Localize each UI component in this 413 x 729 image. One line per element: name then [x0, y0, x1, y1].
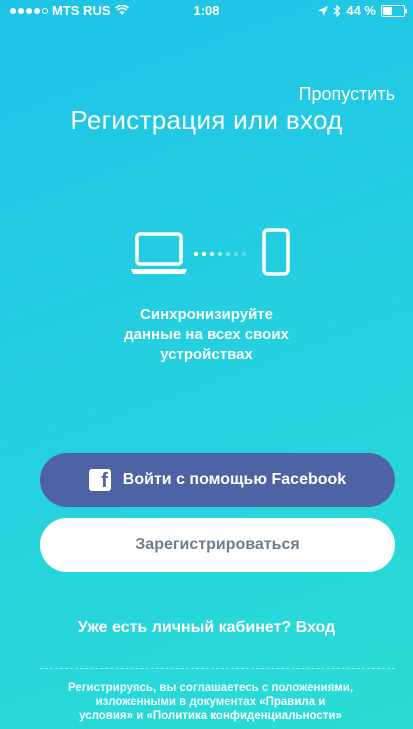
- terms-line-3: условия» и «Политика конфиденциальности»: [28, 709, 393, 723]
- page-title: Регистрация или вход: [70, 105, 343, 135]
- status-right: 44 %: [318, 3, 407, 18]
- facebook-login-button[interactable]: Войти с помощью Facebook: [40, 453, 395, 507]
- login-prompt-text: Уже есть личный кабинет?: [77, 619, 296, 636]
- laptop-icon: [131, 232, 187, 274]
- registration-screen: MTS RUS 1:08 44 % Пропустить Регистрация…: [0, 0, 413, 729]
- terms-text: Регистрируясь, вы соглашаетесь с положен…: [28, 681, 393, 723]
- divider: [40, 668, 395, 669]
- terms-line-2: изложенными в документах «Правила и: [28, 695, 393, 709]
- status-bar: MTS RUS 1:08 44 %: [0, 0, 413, 20]
- register-label: Зарегистрироваться: [135, 536, 300, 553]
- login-link[interactable]: Вход: [296, 619, 336, 636]
- devices-illustration: [131, 228, 290, 276]
- rules-link-part-1[interactable]: «Правила и: [259, 696, 325, 708]
- facebook-icon: [88, 469, 111, 493]
- register-button[interactable]: Зарегистрироваться: [40, 518, 395, 572]
- terms-line-1: Регистрируясь, вы соглашаетесь с положен…: [67, 682, 354, 694]
- battery-icon: [381, 4, 407, 17]
- sync-description: Синхронизируйте данные на всех своих уст…: [0, 305, 413, 365]
- bluetooth-icon: [333, 4, 341, 17]
- location-arrow-icon: [318, 5, 329, 16]
- sync-line-3: устройствах: [160, 346, 253, 363]
- facebook-login-label: Войти с помощью Facebook: [122, 471, 347, 488]
- phone-icon: [262, 228, 290, 276]
- terms-line-2-prefix: изложенными в документах: [95, 696, 260, 708]
- battery-fill: [383, 6, 392, 15]
- skip-button[interactable]: Пропустить: [299, 84, 395, 105]
- battery-percent: 44 %: [346, 3, 376, 18]
- sync-line-2: данные на всех своих: [124, 326, 289, 343]
- sync-line-1: Синхронизируйте: [140, 306, 273, 323]
- privacy-policy-link[interactable]: «Политика конфиденциальности»: [147, 710, 342, 722]
- existing-account-prompt: Уже есть личный кабинет? Вход: [0, 619, 413, 637]
- rules-link-part-2[interactable]: условия»: [79, 710, 133, 722]
- terms-conjunction: и: [133, 710, 147, 722]
- sync-dots: [193, 251, 247, 257]
